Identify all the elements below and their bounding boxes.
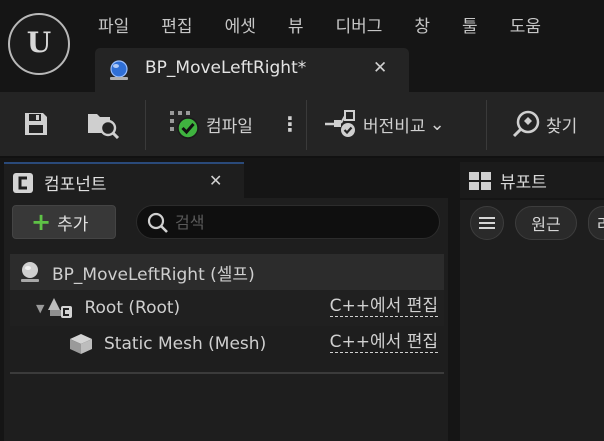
menu-asset[interactable]: 에셋 bbox=[209, 6, 272, 46]
save-icon bbox=[25, 113, 47, 135]
compile-icon bbox=[170, 111, 199, 139]
tree-item-root-label: Root (Root) bbox=[84, 298, 181, 318]
actor-icon bbox=[21, 262, 39, 282]
components-title: 컴포넌트 bbox=[44, 175, 107, 195]
find-button[interactable]: 찾기 bbox=[512, 92, 577, 156]
add-label: 추가 bbox=[57, 214, 89, 235]
unreal-logo-letter: U bbox=[26, 26, 52, 59]
viewport-icon bbox=[469, 172, 491, 190]
toolbar-separator bbox=[306, 100, 307, 150]
menu-window[interactable]: 창 bbox=[398, 6, 446, 46]
plus-icon: + bbox=[31, 208, 52, 236]
menu-view[interactable]: 뷰 bbox=[272, 6, 320, 46]
search-input[interactable] bbox=[175, 210, 425, 234]
find-icon bbox=[512, 110, 540, 138]
menu-edit[interactable]: 편집 bbox=[145, 6, 208, 46]
static-mesh-icon bbox=[70, 334, 92, 354]
diff-label: 버전비교 bbox=[363, 116, 426, 137]
menu-bar: 파일 편집 에셋 뷰 디버그 창 툴 도움 bbox=[82, 6, 557, 46]
menu-debug[interactable]: 디버그 bbox=[319, 6, 398, 46]
save-button[interactable] bbox=[22, 92, 50, 156]
tree-item-root[interactable]: ▼ Root (Root) C++에서 편집 bbox=[10, 290, 444, 326]
viewport-panel: 뷰포트 원근 라 bbox=[458, 162, 604, 441]
add-component-button[interactable]: + 추가 bbox=[12, 205, 116, 239]
component-tree: BP_MoveLeftRight (셀프) ▼ Root (Root) C++에… bbox=[10, 254, 444, 362]
search-icon bbox=[147, 212, 168, 233]
toolbar-separator bbox=[145, 100, 146, 150]
viewport-title: 뷰포트 bbox=[500, 173, 547, 193]
tree-item-static-mesh[interactable]: Static Mesh (Mesh) C++에서 편집 bbox=[10, 326, 444, 362]
component-search[interactable] bbox=[136, 205, 440, 239]
view-mode-button[interactable]: 라 bbox=[588, 206, 604, 240]
more-options-icon: ⋮ bbox=[280, 112, 300, 136]
title-bar: U 파일 편집 에셋 뷰 디버그 창 툴 도움 BP_MoveLeftRight… bbox=[0, 0, 604, 92]
diff-icon bbox=[325, 110, 355, 137]
tab-components[interactable]: 컴포넌트 ✕ bbox=[4, 162, 244, 198]
folder-search-icon bbox=[88, 114, 120, 139]
components-close-icon[interactable]: ✕ bbox=[209, 171, 222, 190]
compile-options-button[interactable]: ⋮ bbox=[276, 92, 300, 156]
tree-item-static-mesh-label: Static Mesh (Mesh) bbox=[104, 334, 267, 354]
toolbar-separator bbox=[486, 100, 487, 150]
perspective-button[interactable]: 원근 bbox=[515, 206, 577, 240]
unreal-logo[interactable]: U bbox=[8, 13, 70, 75]
asset-tab-close-icon[interactable]: ✕ bbox=[373, 58, 387, 78]
expand-arrow-icon[interactable]: ▼ bbox=[36, 302, 44, 315]
menu-tools[interactable]: 툴 bbox=[446, 6, 494, 46]
scene-component-icon bbox=[48, 298, 73, 318]
menu-help[interactable]: 도움 bbox=[494, 6, 557, 46]
components-icon bbox=[13, 173, 33, 193]
edit-in-cpp-link[interactable]: C++에서 편집 bbox=[329, 333, 438, 353]
tree-item-self-label: BP_MoveLeftRight (셀프) bbox=[52, 264, 255, 285]
menu-file[interactable]: 파일 bbox=[82, 6, 145, 46]
tree-divider bbox=[10, 372, 444, 374]
toolbar: 컴파일 ⋮ 버전비교 ⌄ 찾기 bbox=[0, 92, 604, 158]
asset-tab[interactable]: BP_MoveLeftRight* ✕ bbox=[95, 48, 409, 92]
components-panel: 컴포넌트 ✕ + 추가 BP_MoveLeftRight (셀프) ▼ bbox=[4, 162, 448, 441]
blueprint-icon bbox=[110, 60, 128, 80]
compile-label: 컴파일 bbox=[206, 116, 253, 137]
tab-strip bbox=[244, 162, 448, 198]
viewport-options-button[interactable] bbox=[470, 206, 504, 240]
browse-button[interactable] bbox=[86, 92, 120, 156]
asset-tab-title: BP_MoveLeftRight* bbox=[145, 58, 307, 78]
tab-viewport[interactable]: 뷰포트 bbox=[460, 162, 604, 198]
hamburger-menu-icon bbox=[479, 217, 495, 229]
compile-button[interactable]: 컴파일 bbox=[168, 92, 253, 156]
diff-button[interactable]: 버전비교 ⌄ bbox=[325, 92, 445, 156]
edit-in-cpp-link[interactable]: C++에서 편집 bbox=[329, 297, 438, 317]
chevron-down-icon: ⌄ bbox=[429, 113, 445, 135]
find-label: 찾기 bbox=[546, 116, 578, 137]
viewport-body: 원근 라 bbox=[460, 200, 604, 441]
tree-item-self[interactable]: BP_MoveLeftRight (셀프) bbox=[10, 254, 444, 290]
